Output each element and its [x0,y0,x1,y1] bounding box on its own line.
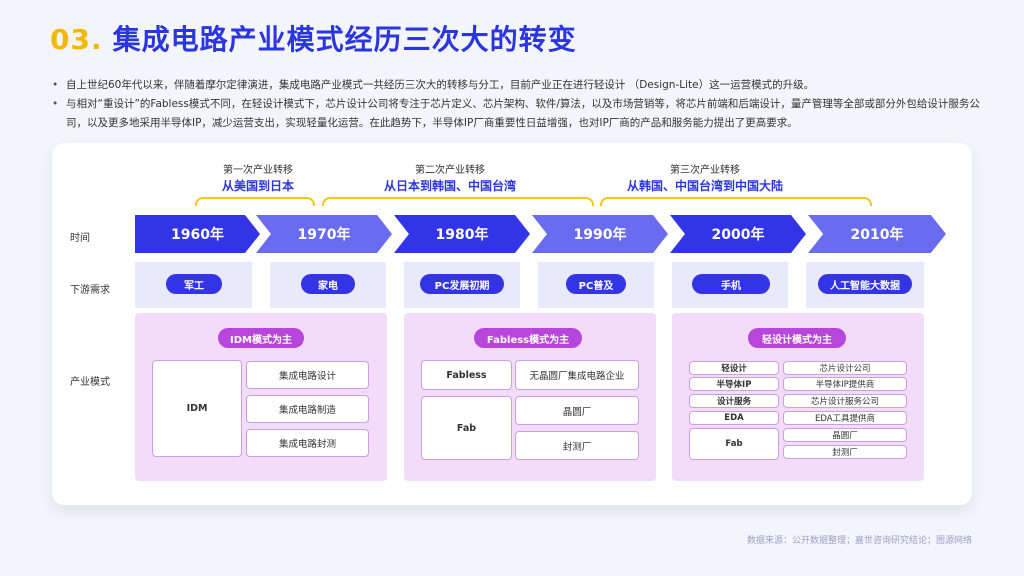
year-label: 1970年 [297,227,351,243]
demand-pill: 手机 [692,274,770,294]
mode-title-pill: 轻设计模式为主 [748,328,846,348]
shift-route: 从韩国、中国台湾到中国大陆 [626,179,783,193]
year-chevron-1970: 1970年 [256,215,392,253]
bullet-item: 与相对“重设计”的Fabless模式不同，在轻设计模式下，芯片设计公司将专注于芯… [52,95,982,133]
lite-right: 半导体IP提供商 [783,377,907,391]
demand-pill: PC发展初期 [420,274,504,294]
demand-pill: 家电 [301,274,355,294]
demand-pill: PC普及 [566,274,626,294]
shift-2-brace [322,197,594,206]
row-label-demand: 下游需求 [70,285,110,296]
idm-item: 集成电路封测 [246,429,369,457]
section-number: 03. [50,23,103,56]
year-chevron-1960: 1960年 [135,215,260,253]
data-source-note: 数据来源：公开数据整理；嘉世咨询研究结论；图源网络 [746,536,972,546]
year-chevron-2000: 2000年 [670,215,806,253]
year-label: 1960年 [171,227,224,243]
shift-label: 第三次产业转移 [670,165,740,176]
shift-3: 第三次产业转移 从韩国、中国台湾到中国大陆 [610,164,800,194]
year-label: 2010年 [850,227,904,243]
fab-item: 晶圆厂 [515,396,639,425]
demand-pill: 人工智能大数据 [818,274,912,294]
idm-item: 集成电路制造 [246,395,369,423]
idm-item: 集成电路设计 [246,361,369,389]
shift-1-brace [195,197,315,206]
lite-fab-box: Fab [689,428,779,460]
fabless-box: Fabless [421,360,512,390]
lite-right: EDA工具提供商 [783,411,907,425]
shift-route: 从美国到日本 [221,179,294,193]
fab-box: Fab [421,396,512,460]
mode-title-pill: Fabless模式为主 [474,328,582,348]
page-title: 03. 集成电路产业模式经历三次大的转变 [50,18,577,58]
year-label: 1990年 [573,227,627,243]
lite-right: 芯片设计公司 [783,361,907,375]
demand-pill: 军工 [166,274,222,294]
row-label-mode: 产业模式 [70,377,110,388]
shift-1: 第一次产业转移 从美国到日本 [198,164,318,194]
bullet-item: 自上世纪60年代以来，伴随着摩尔定律演进，集成电路产业模式一共经历三次大的转移与… [52,76,982,95]
lite-fab-item: 晶圆厂 [783,428,907,442]
shift-label: 第一次产业转移 [223,165,293,176]
lite-left: EDA [689,411,779,425]
shift-2: 第二次产业转移 从日本到韩国、中国台湾 [360,164,540,194]
year-chevron-2010: 2010年 [808,215,946,253]
year-label: 2000年 [711,227,765,243]
fabless-item: 无晶圆厂集成电路企业 [515,360,639,390]
shift-route: 从日本到韩国、中国台湾 [383,179,516,193]
lite-left: 轻设计 [689,361,779,375]
year-chevron-1990: 1990年 [532,215,668,253]
fab-item: 封测厂 [515,431,639,460]
lite-right: 芯片设计服务公司 [783,394,907,408]
shift-label: 第二次产业转移 [415,165,485,176]
lite-left: 设计服务 [689,394,779,408]
bullet-list: 自上世纪60年代以来，伴随着摩尔定律演进，集成电路产业模式一共经历三次大的转移与… [52,76,982,133]
idm-box: IDM [152,360,242,457]
row-label-time: 时间 [70,233,90,244]
lite-left: 半导体IP [689,377,779,391]
lite-fab-item: 封测厂 [783,445,907,459]
mode-title-pill: IDM模式为主 [218,328,304,348]
title-text: 集成电路产业模式经历三次大的转变 [112,23,577,56]
year-chevron-1980: 1980年 [394,215,530,253]
shift-3-brace [600,197,872,206]
year-label: 1980年 [435,227,489,243]
